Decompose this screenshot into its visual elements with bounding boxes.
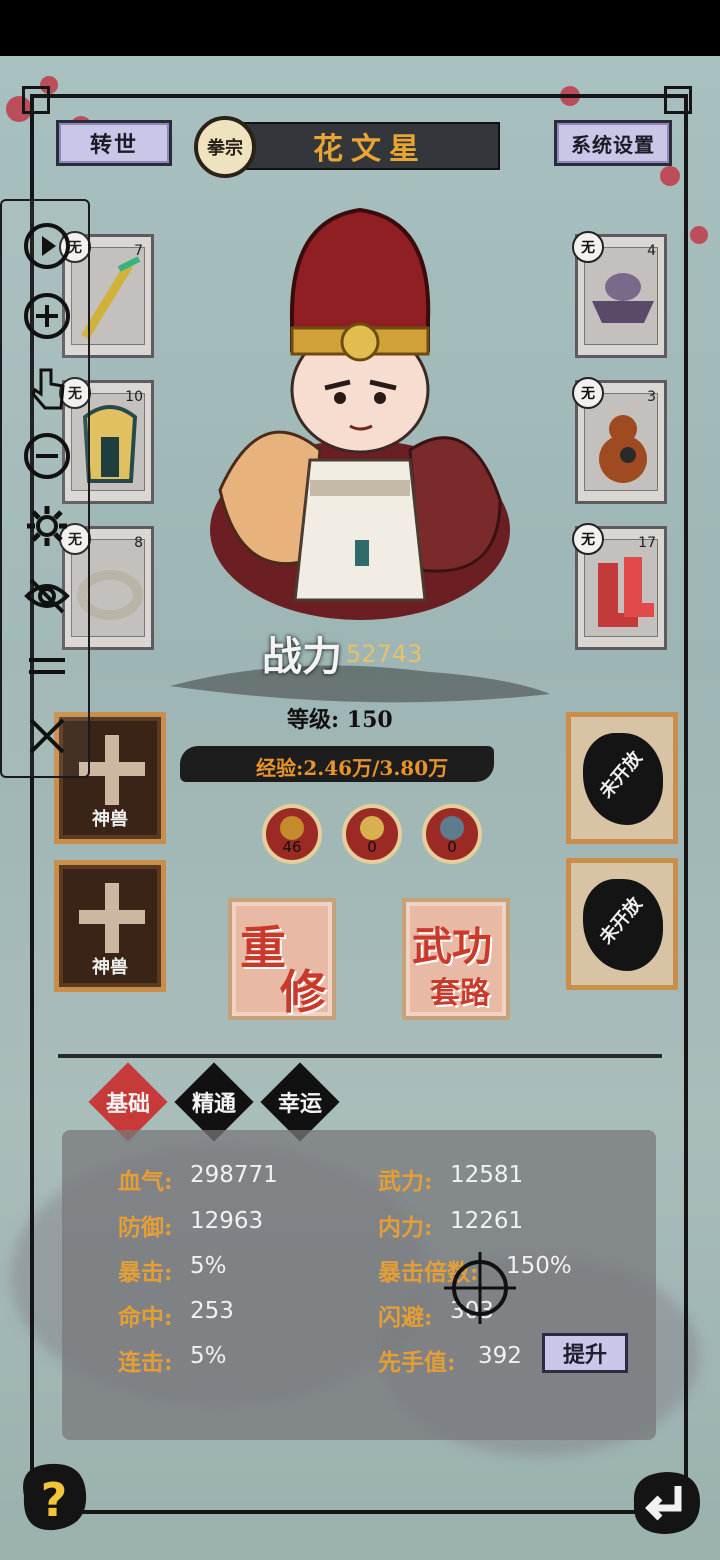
minus-circle-icon bbox=[24, 433, 70, 479]
help-button[interactable]: ? bbox=[14, 1456, 94, 1536]
pet-label: 神兽 bbox=[92, 809, 128, 830]
stat-key: 防御: bbox=[118, 1214, 173, 1241]
stat-value: 12963 bbox=[190, 1208, 264, 1234]
level-text: 等级: 150 bbox=[287, 707, 393, 733]
upgrade-button[interactable]: 提升 bbox=[542, 1333, 628, 1373]
character-name: 花文星 bbox=[313, 132, 427, 167]
equipment-slot-hat[interactable]: 无 4 bbox=[572, 231, 667, 358]
zoom-out-button[interactable] bbox=[22, 431, 72, 481]
stat-key: 血气: bbox=[118, 1168, 173, 1195]
rebirth-label: 转世 bbox=[89, 132, 138, 158]
power-label: 战力 bbox=[262, 633, 342, 680]
stat-value: 12261 bbox=[450, 1208, 524, 1234]
touch-button[interactable] bbox=[22, 361, 72, 411]
question-icon: ? bbox=[41, 1473, 68, 1527]
divider bbox=[58, 1054, 662, 1058]
stat-key: 先手值: bbox=[378, 1349, 456, 1376]
item-count: 8 bbox=[134, 535, 143, 551]
stat-value: 5% bbox=[190, 1343, 227, 1369]
hat-icon bbox=[592, 273, 654, 323]
martial-arts-button[interactable]: 武功 套路 bbox=[402, 898, 510, 1020]
upgrade-label: 提升 bbox=[562, 1342, 607, 1368]
status-bar bbox=[0, 0, 720, 56]
item-count: 10 bbox=[125, 389, 143, 405]
slot-marker: 无 bbox=[572, 523, 604, 555]
sect-badge: 拳宗 bbox=[194, 116, 256, 178]
gourd-icon bbox=[599, 415, 647, 483]
frame-corner bbox=[664, 86, 692, 114]
stat-key: 闪避: bbox=[378, 1304, 433, 1331]
item-count: 3 bbox=[647, 389, 656, 405]
system-settings-label: 系统设置 bbox=[571, 132, 655, 157]
item-count: 4 bbox=[647, 243, 656, 259]
rebirth-button[interactable]: 转世 bbox=[56, 120, 172, 166]
stat-value: 12581 bbox=[450, 1162, 524, 1188]
tab-luck[interactable]: 幸运 bbox=[265, 1086, 335, 1118]
martial-label-1: 武功 bbox=[412, 923, 492, 970]
orb-icon bbox=[440, 816, 464, 840]
experience-text: 经验:2.46万/3.80万 bbox=[256, 756, 449, 780]
stat-value: 253 bbox=[190, 1298, 234, 1324]
item-count: 7 bbox=[134, 243, 143, 259]
stat-value: 392 bbox=[478, 1343, 522, 1369]
back-button[interactable] bbox=[626, 1466, 706, 1538]
eye-off-icon bbox=[24, 578, 70, 614]
character-portrait[interactable] bbox=[200, 200, 520, 640]
resource-coin-1[interactable]: 46 bbox=[262, 804, 322, 864]
stat-key: 命中: bbox=[118, 1304, 173, 1331]
hand-pointer-icon bbox=[31, 368, 65, 410]
orb-icon bbox=[280, 816, 304, 840]
slot-marker: 无 bbox=[572, 231, 604, 263]
character-name-bar: 花文星 bbox=[240, 122, 500, 170]
hide-button[interactable] bbox=[22, 571, 72, 621]
stat-value: 5% bbox=[190, 1253, 227, 1279]
stat-key: 连击: bbox=[118, 1349, 173, 1376]
floating-toolbar bbox=[0, 199, 90, 778]
stat-key: 暴击: bbox=[118, 1259, 173, 1286]
equipment-slot-gourd[interactable]: 无 3 bbox=[572, 377, 667, 504]
close-icon bbox=[29, 718, 65, 754]
resource-coin-3[interactable]: 0 bbox=[422, 804, 482, 864]
zoom-in-button[interactable] bbox=[22, 291, 72, 341]
resource-value: 0 bbox=[367, 838, 377, 856]
play-icon bbox=[24, 223, 70, 269]
item-count: 17 bbox=[638, 535, 656, 551]
locked-slot-2[interactable]: 未开放 bbox=[566, 858, 678, 990]
resource-value: 0 bbox=[447, 838, 457, 856]
martial-label-2: 套路 bbox=[430, 976, 490, 1011]
boots-icon bbox=[598, 557, 654, 627]
frame-corner bbox=[22, 86, 50, 114]
pet-label: 神兽 bbox=[92, 957, 128, 978]
sect-label: 拳宗 bbox=[207, 138, 243, 159]
close-button[interactable] bbox=[22, 711, 72, 761]
stat-key: 内力: bbox=[378, 1214, 433, 1241]
crosshair-icon bbox=[444, 1252, 516, 1324]
play-button[interactable] bbox=[22, 221, 72, 271]
stat-key: 武力: bbox=[378, 1168, 433, 1195]
menu-button[interactable] bbox=[22, 641, 72, 691]
equals-icon bbox=[29, 658, 65, 674]
pet-slot-2[interactable]: 神兽 bbox=[54, 860, 166, 992]
resource-value: 46 bbox=[282, 838, 302, 856]
equipment-slot-boots[interactable]: 无 17 bbox=[572, 523, 667, 650]
plus-circle-icon bbox=[24, 293, 70, 339]
resource-coin-2[interactable]: 0 bbox=[342, 804, 402, 864]
stat-value: 298771 bbox=[190, 1162, 278, 1188]
orb-icon bbox=[360, 816, 384, 840]
retrain-button[interactable]: 重 修 bbox=[228, 898, 336, 1020]
power-value: 52743 bbox=[346, 640, 423, 668]
tab-basic[interactable]: 基础 bbox=[93, 1086, 163, 1118]
system-settings-button[interactable]: 系统设置 bbox=[554, 120, 672, 166]
settings-button[interactable] bbox=[22, 501, 72, 551]
gear-icon bbox=[27, 506, 67, 546]
retrain-label-2: 修 bbox=[280, 965, 326, 1019]
slot-marker: 无 bbox=[572, 377, 604, 409]
tab-mastery[interactable]: 精通 bbox=[179, 1086, 249, 1118]
locked-slot-1[interactable]: 未开放 bbox=[566, 712, 678, 844]
